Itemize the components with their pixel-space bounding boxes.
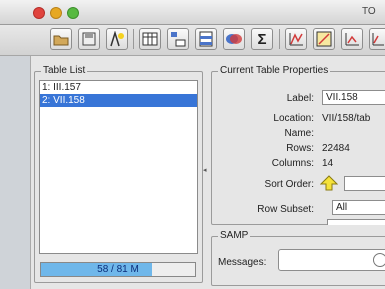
messages-label: Messages: (218, 257, 267, 268)
samp-title: SAMP (218, 230, 251, 241)
memory-gauge[interactable]: 58 / 81 M (40, 262, 196, 277)
parameters-icon[interactable] (167, 28, 189, 50)
columns-value: 14 (322, 158, 334, 169)
minimize-window-button[interactable] (50, 7, 62, 19)
close-window-button[interactable] (33, 7, 45, 19)
memory-gauge-text: 58 / 81 M (97, 264, 139, 275)
rows-value: 22484 (322, 143, 350, 154)
sort-order-select[interactable] (344, 176, 385, 191)
location-label: Location: (273, 113, 314, 124)
location-value: VII/158/tab (322, 113, 371, 124)
row-subset-label: Row Subset: (257, 204, 314, 215)
samp-status-icon (373, 253, 385, 267)
toolbar: Σ (0, 25, 385, 56)
load-table-icon[interactable] (50, 28, 72, 50)
concat-icon[interactable] (106, 28, 128, 50)
plot-icon[interactable] (313, 28, 335, 50)
save-table-icon[interactable] (78, 28, 100, 50)
zoom-window-button[interactable] (67, 7, 79, 19)
table-list-title: Table List (41, 65, 88, 76)
window-title: TO (362, 6, 376, 17)
table-list-item-selected[interactable]: 2: VII.158 (40, 94, 197, 107)
subsets-icon[interactable] (195, 28, 217, 50)
label-field[interactable]: VII.158 (322, 90, 385, 105)
plot-2-icon[interactable] (341, 28, 363, 50)
rows-label: Rows: (286, 143, 314, 154)
sort-order-label: Sort Order: (264, 179, 314, 190)
row-subset-select[interactable]: All (332, 200, 385, 215)
table-list[interactable]: 1: III.157 2: VII.158 (39, 80, 198, 254)
more-tools-icon[interactable] (369, 28, 385, 50)
histogram-icon[interactable] (285, 28, 307, 50)
stats-icon[interactable]: Σ (251, 28, 273, 50)
properties-title: Current Table Properties (218, 65, 331, 76)
messages-field[interactable] (278, 249, 385, 271)
sort-direction-icon[interactable] (319, 175, 339, 191)
match-icon[interactable] (223, 28, 245, 50)
name-label: Name: (284, 128, 314, 139)
label-label: Label: (286, 93, 314, 104)
table-list-item[interactable]: 1: III.157 (40, 81, 197, 94)
columns-icon[interactable] (139, 28, 161, 50)
window-titlebar: TO (0, 0, 385, 25)
extra-field-edge (327, 219, 385, 225)
columns-label: Columns: (271, 158, 314, 169)
